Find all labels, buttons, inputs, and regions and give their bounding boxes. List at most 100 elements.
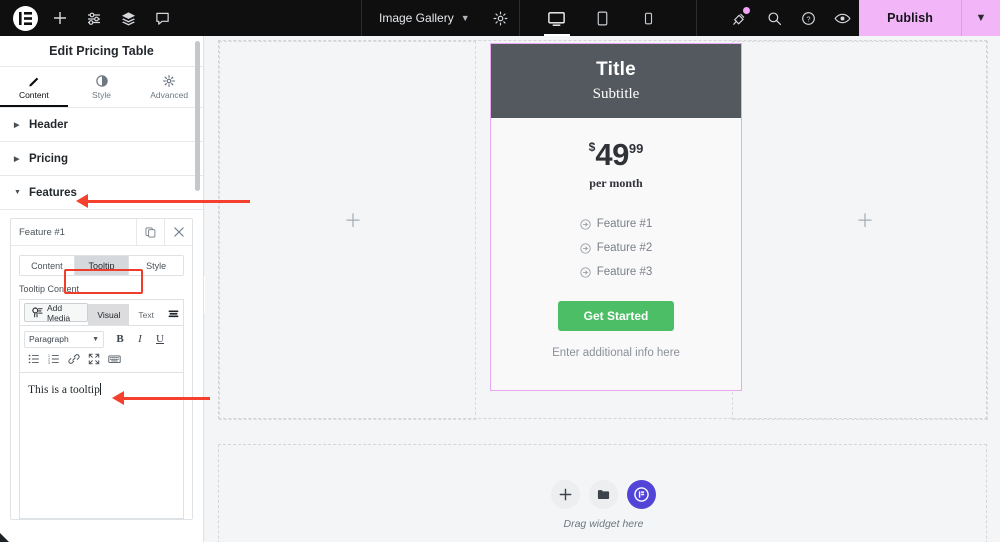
fullscreen-icon[interactable] [84, 350, 104, 368]
plus-icon[interactable]: ＋ [856, 212, 874, 230]
chevron-right-icon: ▶ [14, 155, 20, 163]
editor-tab-visual[interactable]: Visual [88, 304, 130, 325]
panel-resize-handle[interactable] [0, 533, 9, 542]
page-settings-button[interactable] [483, 0, 519, 36]
tab-style[interactable]: Style [68, 67, 136, 107]
price-integer: 49 [595, 137, 629, 172]
features-repeater: Feature #1 Content Tooltip Style Tooltip… [0, 210, 203, 520]
pricing-footer-note: Enter additional info here [552, 347, 680, 359]
search-icon[interactable] [757, 0, 791, 36]
top-toolbar: Image Gallery ▼ ? Publish ▼ [0, 0, 1000, 36]
add-element-button[interactable] [43, 0, 77, 36]
pin-megaphone-icon[interactable] [723, 0, 757, 36]
bulleted-list-icon[interactable] [24, 350, 44, 368]
section-pricing-label: Pricing [29, 152, 68, 165]
device-desktop-button[interactable] [534, 0, 580, 36]
canvas-section-top[interactable]: ＋ ＋ Title Subtitle $4999 per month Featu… [218, 40, 988, 420]
responsive-device-switcher [520, 0, 672, 36]
subtab-style[interactable]: Style [128, 256, 183, 275]
half-circle-icon [95, 74, 108, 87]
chevron-down-icon: ▼ [14, 189, 21, 196]
section-header[interactable]: ▶ Header [0, 108, 203, 142]
publish-button[interactable]: Publish [859, 0, 961, 36]
repeater-item-title: Feature #1 [19, 226, 65, 238]
device-mobile-button[interactable] [626, 0, 672, 36]
underline-button[interactable]: U [150, 330, 170, 348]
document-name-dropdown[interactable]: Image Gallery ▼ [362, 0, 483, 36]
panel-scrollbar[interactable] [195, 41, 200, 191]
link-icon[interactable] [64, 350, 84, 368]
elementor-logo-button[interactable] [7, 0, 43, 36]
pricing-title: Title [596, 59, 636, 80]
pricing-features-list: Feature #1 Feature #2 Feature #3 [491, 212, 741, 284]
section-features[interactable]: ▼ Features [0, 176, 203, 210]
device-tablet-button[interactable] [580, 0, 626, 36]
pricing-subtitle: Subtitle [592, 86, 640, 102]
text-cursor [99, 383, 101, 395]
keyboard-shortcuts-icon[interactable] [104, 350, 124, 368]
tab-style-label: Style [92, 89, 111, 100]
pricing-feature-1: Feature #1 [491, 212, 741, 236]
comments-button[interactable] [145, 0, 179, 36]
repeater-item-body: Content Tooltip Style Tooltip Content Ad… [11, 245, 192, 519]
add-media-button[interactable]: Add Media [24, 303, 89, 323]
subtab-tooltip[interactable]: Tooltip [73, 256, 129, 275]
editor-panel: Edit Pricing Table Content Style Advance… [0, 36, 204, 542]
elementor-circle-icon[interactable] [627, 480, 656, 509]
notification-dot [743, 7, 751, 14]
pricing-table-widget[interactable]: Title Subtitle $4999 per month Feature #… [490, 43, 742, 391]
eye-icon[interactable] [825, 0, 859, 36]
toolbar-left-group [0, 0, 179, 36]
subtab-content[interactable]: Content [20, 256, 74, 275]
pricing-feature-2: Feature #2 [491, 236, 741, 260]
tab-content-label: Content [18, 89, 49, 100]
repeater-subtabs: Content Tooltip Style [19, 255, 184, 276]
numbered-list-icon[interactable]: 1 2 3 [44, 350, 64, 368]
canvas-drop-section[interactable]: Drag widget here [218, 444, 987, 542]
tooltip-content-label: Tooltip Content [19, 284, 80, 294]
pricing-price: $4999 [491, 137, 741, 173]
canvas-column-right[interactable]: ＋ [732, 41, 988, 420]
elementor-logo-icon [12, 5, 38, 31]
section-pricing[interactable]: ▶ Pricing [0, 142, 203, 176]
tooltip-text-area[interactable]: This is a tooltip [20, 373, 183, 518]
canvas-column-left[interactable]: ＋ [219, 41, 476, 420]
chevron-down-icon: ▼ [92, 335, 99, 343]
pricing-feature-1-label: Feature #1 [596, 218, 653, 230]
editor-tab-text[interactable]: Text [129, 304, 163, 325]
page-title: Edit Pricing Table [0, 36, 203, 67]
plus-icon[interactable]: ＋ [344, 212, 362, 230]
bold-button[interactable]: B [110, 330, 130, 348]
price-decimal: 99 [628, 141, 644, 156]
tab-content[interactable]: Content [0, 67, 68, 107]
site-settings-button[interactable] [77, 0, 111, 36]
close-icon[interactable] [164, 219, 192, 245]
tab-advanced-label: Advanced [150, 89, 189, 100]
get-started-button[interactable]: Get Started [557, 301, 675, 331]
drag-widget-drop-zone[interactable]: Drag widget here [219, 445, 988, 542]
add-template-folder-icon[interactable] [589, 480, 618, 509]
structure-layers-button[interactable] [111, 0, 145, 36]
drop-zone-label: Drag widget here [563, 518, 644, 530]
pricing-card-body: $4999 per month Feature #1 Feature #2 Fe… [491, 118, 741, 390]
publish-options-chevron-down-icon[interactable]: ▼ [961, 0, 1000, 36]
tooltip-wysiwyg-editor: Add Media Visual Text Paragraph ▼ B I U … [19, 299, 184, 519]
svg-text:?: ? [806, 14, 810, 23]
section-header-label: Header [29, 118, 68, 131]
toolbar-toggle-icon[interactable] [163, 304, 183, 325]
add-new-section-button[interactable] [551, 480, 580, 509]
repeater-item-feature-1: Feature #1 Content Tooltip Style Tooltip… [10, 218, 193, 520]
chevron-down-icon: ▼ [460, 13, 470, 23]
tooltip-text-value: This is a tooltip [28, 384, 100, 396]
italic-button[interactable]: I [130, 330, 150, 348]
duplicate-icon[interactable] [136, 219, 164, 245]
section-features-label: Features [29, 186, 77, 199]
question-circle-icon[interactable]: ? [791, 0, 825, 36]
repeater-item-header[interactable]: Feature #1 [11, 219, 192, 245]
tab-advanced[interactable]: Advanced [135, 67, 203, 107]
editor-toolbar-row-2: 1 2 3 [24, 349, 179, 369]
gear-icon [163, 74, 176, 87]
format-select[interactable]: Paragraph ▼ [24, 330, 104, 348]
price-period: per month [589, 176, 643, 190]
circle-arrow-right-icon [580, 266, 591, 278]
